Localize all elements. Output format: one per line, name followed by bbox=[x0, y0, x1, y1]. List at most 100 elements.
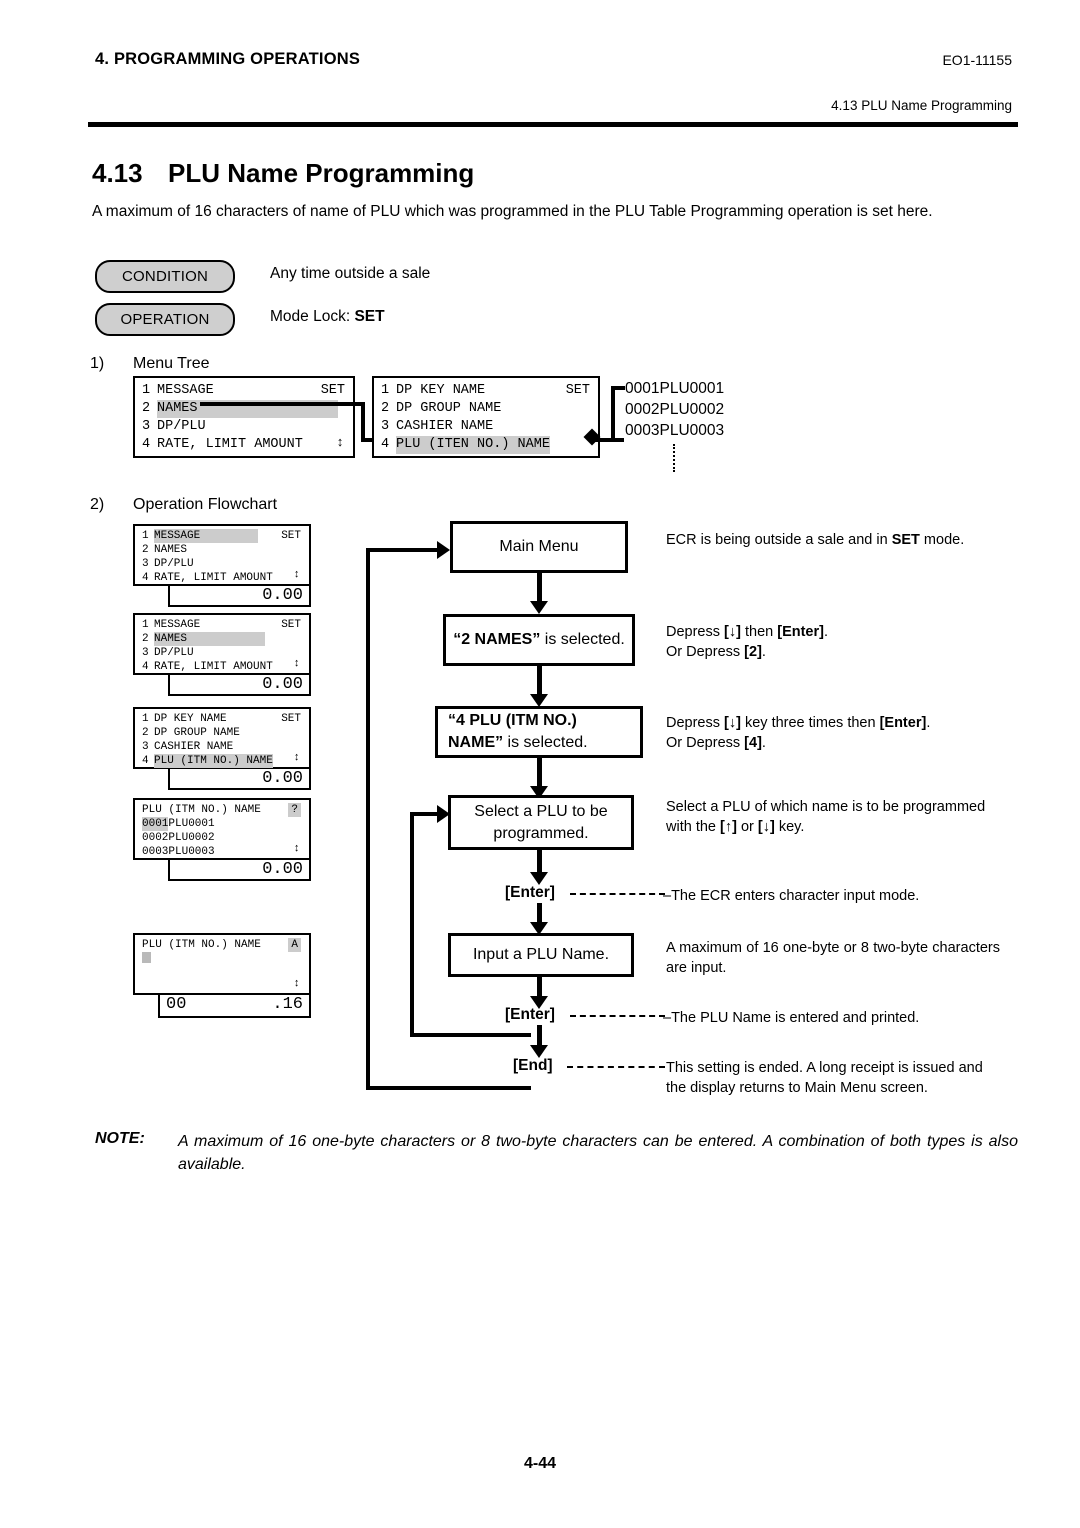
lcd-row: 0002PLU0002 bbox=[142, 832, 215, 844]
lcd-row-highlighted: PLU (ITM NO.) NAME bbox=[154, 754, 273, 768]
scroll-updown-icon: ↕ bbox=[293, 843, 300, 855]
subdisplay-amount: 0.00 bbox=[262, 769, 303, 788]
list-item: 0003PLU0003 bbox=[625, 422, 725, 439]
subdisplay-amount: 0.00 bbox=[262, 586, 303, 605]
lcd-row: PLU (ITM NO.) NAME A bbox=[135, 938, 309, 952]
flow-screen-3: 1 DP KEY NAME SET 2 DP GROUP NAME 3 CASHIER … bbox=[133, 707, 311, 769]
annotation-line: Or Depress [4]. bbox=[666, 735, 766, 751]
flow-box-names-quoted: “2 NAMES” bbox=[453, 631, 541, 649]
flow-arrow-shaft-3 bbox=[537, 758, 542, 788]
tree-connector-v1 bbox=[361, 402, 365, 442]
operation-badge: OPERATION bbox=[95, 303, 235, 336]
lcd-screen-title: PLU (ITM NO.) NAME bbox=[142, 939, 261, 951]
note-label: NOTE: bbox=[95, 1130, 145, 1147]
flow-loop-outer-h-top bbox=[366, 548, 444, 552]
lcd-row: 1 MESSAGE SET bbox=[142, 529, 301, 543]
operation-value-mode: SET bbox=[354, 308, 385, 325]
lcd-row: 4 RATE, LIMIT AMOUNT bbox=[142, 661, 273, 673]
lcd-row: 2 NAMES bbox=[142, 544, 188, 556]
header-section-reference: 4.13 PLU Name Programming bbox=[831, 98, 1012, 113]
tree-connector-h4 bbox=[611, 386, 625, 390]
flow-screen-5-subdisplay: 00 .16 bbox=[158, 995, 311, 1018]
lcd-row: 4 PLU (ITM NO.) NAME bbox=[142, 754, 273, 768]
lcd-row: 4 PLU (ITEN NO.) NAME bbox=[381, 436, 550, 454]
annotation-select-names: Depress [↓] then [Enter]. Or Depress [2]… bbox=[666, 622, 1006, 662]
lcd-plu-code-highlighted: 0001 bbox=[142, 817, 169, 831]
key-two: [2] bbox=[744, 644, 762, 660]
lcd-mode-label: SET bbox=[565, 383, 590, 398]
lcd-row: 2 NAMES bbox=[135, 632, 309, 646]
flow-box-plu-name-selected: “4 PLU (ITM NO.) NAME” is selected. bbox=[435, 706, 643, 758]
note-body: A maximum of 16 one-byte characters or 8… bbox=[178, 1133, 1018, 1174]
key-enter-2: [Enter] bbox=[505, 1006, 555, 1023]
list-item: 0002PLU0002 bbox=[625, 401, 725, 418]
tree-connector-v2 bbox=[611, 386, 615, 442]
dash-connector-1 bbox=[570, 893, 665, 895]
scroll-updown-icon: ↕ bbox=[293, 978, 300, 990]
key-down-arrow: [↓] bbox=[724, 624, 741, 640]
key-four: [4] bbox=[744, 735, 762, 751]
lcd-row: 0001PLU0001 bbox=[142, 817, 215, 831]
lcd-mode-label: SET bbox=[281, 530, 301, 542]
flow-loop-outer-arrowhead bbox=[437, 541, 450, 559]
flow-box-main-menu: Main Menu bbox=[450, 521, 628, 573]
lcd-row: 1 MESSAGE SET bbox=[142, 619, 301, 631]
annotation-line: Depress [↓] key three times then [Enter]… bbox=[666, 715, 931, 731]
annotation-plu-name-printed: –The PLU Name is entered and printed. bbox=[663, 1010, 920, 1026]
header-document-code: EO1-11155 bbox=[942, 52, 1012, 68]
annotation-select-plu-name: Depress [↓] key three times then [Enter]… bbox=[666, 713, 1011, 753]
annotation-ecr-mode: ECR is being outside a sale and in SET m… bbox=[666, 532, 965, 548]
flow-screen-5: PLU (ITM NO.) NAME A ↕ bbox=[133, 933, 311, 995]
lcd-row: 2 DP GROUP NAME bbox=[142, 727, 240, 739]
annotation-character-input-mode: –The ECR enters character input mode. bbox=[663, 888, 920, 904]
step-1-number: 1) bbox=[90, 355, 105, 372]
step-2-label: Operation Flowchart bbox=[133, 496, 278, 513]
key-down-arrow: [↓] bbox=[757, 819, 775, 835]
flow-box-plu-quoted-l1: “4 PLU (ITM NO.) bbox=[448, 712, 577, 730]
lcd-row-highlighted: NAMES bbox=[154, 632, 266, 646]
section-number: 4.13 bbox=[92, 158, 143, 188]
subdisplay-amount: .16 bbox=[272, 995, 303, 1014]
document-page: 4. PROGRAMMING OPERATIONS EO1-11155 4.13… bbox=[0, 0, 1080, 1528]
subdisplay-amount: 0.00 bbox=[262, 860, 303, 879]
lcd-row: 0003PLU0003 bbox=[142, 846, 215, 858]
flow-arrow-shaft-2 bbox=[537, 666, 542, 696]
operation-value-prefix: Mode Lock: bbox=[270, 308, 355, 325]
dash-connector-2 bbox=[570, 1015, 665, 1017]
lcd-status-badge: A bbox=[288, 938, 301, 952]
dash-connector-3 bbox=[567, 1066, 665, 1068]
key-enter: [Enter] bbox=[777, 624, 824, 640]
operation-value: Mode Lock: SET bbox=[270, 308, 385, 326]
step-1-label: Menu Tree bbox=[133, 355, 210, 372]
annotation-setting-ended: This setting is ended. A long receipt is… bbox=[666, 1060, 983, 1096]
lcd-row: 3 DP/PLU bbox=[142, 558, 194, 570]
flow-arrowhead-1 bbox=[530, 601, 548, 614]
annotation-line: Or Depress [2]. bbox=[666, 644, 766, 660]
lcd-row: 4 RATE, LIMIT AMOUNT bbox=[142, 572, 273, 584]
annotation-max-characters: A maximum of 16 one-byte or 8 two-byte c… bbox=[666, 940, 1000, 976]
tree-continuation-dots bbox=[673, 444, 675, 472]
annotation-select-plu: Select a PLU of which name is to be prog… bbox=[666, 799, 986, 835]
menu-tree-screen-2: 1 DP KEY NAME SET 2 DP GROUP NAME 3 CASHIER … bbox=[372, 376, 600, 458]
lcd-row: 3 DP/PLU bbox=[142, 647, 194, 659]
flow-screen-1-subdisplay: 0.00 bbox=[168, 586, 311, 607]
key-down-arrow: [↓] bbox=[724, 715, 741, 731]
lcd-row bbox=[135, 952, 309, 966]
flow-box-input-plu-name: Input a PLU Name. bbox=[448, 933, 634, 977]
lcd-mode-label: SET bbox=[320, 383, 345, 398]
flow-screen-4: PLU (ITM NO.) NAME? 0001PLU0001 0002PLU0… bbox=[133, 798, 311, 860]
lcd-row bbox=[135, 966, 309, 980]
flow-loop-outer-v bbox=[366, 548, 370, 1090]
condition-badge: CONDITION bbox=[95, 260, 235, 293]
flow-arrow-shaft-1 bbox=[537, 573, 542, 603]
page-number: 4-44 bbox=[523, 1455, 557, 1472]
tree-connector-h1 bbox=[200, 402, 365, 406]
scroll-updown-icon: ↕ bbox=[293, 752, 300, 764]
flow-box-names-rest: is selected. bbox=[540, 631, 625, 649]
flow-box-names-selected: “2 NAMES” is selected. bbox=[443, 614, 635, 666]
condition-value: Any time outside a sale bbox=[270, 265, 431, 282]
lcd-row: 1 DP KEY NAME SET bbox=[381, 383, 590, 398]
flow-screen-3-subdisplay: 0.00 bbox=[168, 769, 311, 790]
flow-box-select-plu: Select a PLU to be programmed. bbox=[448, 795, 634, 850]
lcd-row bbox=[135, 980, 309, 994]
